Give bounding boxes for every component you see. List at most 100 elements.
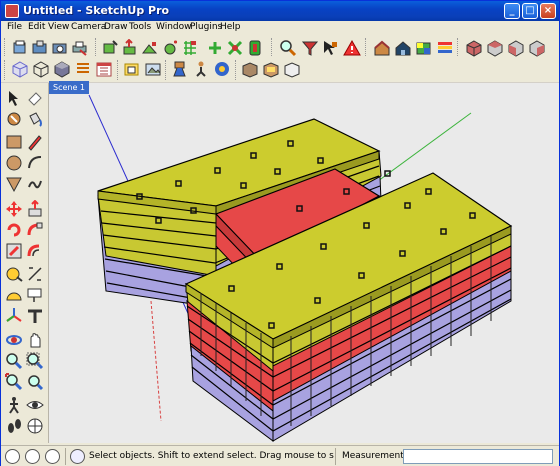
- 3d-text-icon[interactable]: [26, 307, 44, 325]
- paint-bucket-icon[interactable]: [26, 110, 44, 128]
- push-pull-icon[interactable]: [121, 39, 139, 57]
- rotate-icon[interactable]: [206, 39, 224, 57]
- arc-icon[interactable]: [26, 154, 44, 172]
- scale-tool-icon[interactable]: [5, 242, 23, 260]
- toolbar-grip[interactable]: [4, 60, 7, 80]
- menu-window[interactable]: Window: [156, 22, 192, 32]
- toolbar-grip[interactable]: [235, 60, 238, 80]
- walk-icon[interactable]: [171, 60, 189, 78]
- iso-view-icon[interactable]: [465, 39, 483, 57]
- position-camera-icon[interactable]: [192, 60, 210, 78]
- text-icon[interactable]: [26, 286, 44, 304]
- offset-icon[interactable]: [246, 39, 264, 57]
- pan-icon[interactable]: [26, 331, 44, 349]
- xray-icon[interactable]: [11, 60, 29, 78]
- status-divider: [65, 448, 66, 465]
- footprints-icon[interactable]: [5, 417, 23, 435]
- house-icon[interactable]: [373, 39, 391, 57]
- circle-icon[interactable]: [5, 154, 23, 172]
- zoom-icon[interactable]: [279, 39, 297, 57]
- walk-tool-icon[interactable]: [5, 396, 23, 414]
- scale-icon[interactable]: [226, 39, 244, 57]
- zoom-extents-icon[interactable]: [5, 373, 23, 391]
- rectangle-icon[interactable]: [5, 133, 23, 151]
- menu-file[interactable]: File: [7, 22, 22, 32]
- push-pull-tool-icon[interactable]: [26, 200, 44, 218]
- toolbar-grip[interactable]: [271, 38, 274, 58]
- new-file-icon[interactable]: [11, 39, 29, 57]
- zoom-tool-icon[interactable]: [5, 352, 23, 370]
- shaded-icon[interactable]: [53, 60, 71, 78]
- section-cut-icon[interactable]: [283, 60, 301, 78]
- camera-icon[interactable]: [51, 39, 69, 57]
- toolbar-grip[interactable]: [4, 38, 7, 58]
- menu-plugins[interactable]: Plugins: [190, 22, 222, 32]
- select-icon[interactable]: [5, 89, 23, 107]
- wireframe-icon[interactable]: [32, 60, 50, 78]
- pencil-icon[interactable]: [26, 133, 44, 151]
- measurements-input[interactable]: [403, 449, 553, 464]
- print-icon[interactable]: [71, 39, 89, 57]
- maximize-button[interactable]: □: [522, 3, 538, 19]
- outliner-icon[interactable]: [74, 60, 92, 78]
- geolocation-icon[interactable]: [5, 449, 20, 464]
- move-icon[interactable]: [161, 39, 179, 57]
- look-around-icon[interactable]: [213, 60, 231, 78]
- section-display-icon[interactable]: [262, 60, 280, 78]
- select-3d-icon[interactable]: [321, 39, 339, 57]
- user-icon[interactable]: [45, 449, 60, 464]
- filter-icon[interactable]: [301, 39, 319, 57]
- toolbar-grip[interactable]: [165, 60, 168, 80]
- freehand-icon[interactable]: [26, 175, 44, 193]
- menu-tools[interactable]: Tools: [129, 22, 151, 32]
- materials-icon[interactable]: [415, 39, 433, 57]
- move-tool-icon[interactable]: [5, 200, 23, 218]
- menu-view[interactable]: View: [48, 22, 69, 32]
- menu-edit[interactable]: Edit: [28, 22, 45, 32]
- warning-icon[interactable]: [343, 39, 361, 57]
- make-component-icon[interactable]: [101, 39, 119, 57]
- previous-view-icon[interactable]: [26, 373, 44, 391]
- offset-tool-icon[interactable]: [26, 242, 44, 260]
- scene-tab[interactable]: Scene 1: [49, 81, 90, 94]
- look-around-tool-icon[interactable]: [26, 396, 44, 414]
- folder-icon[interactable]: [123, 60, 141, 78]
- top-view-icon[interactable]: [486, 39, 504, 57]
- front-view-icon[interactable]: [507, 39, 525, 57]
- right-view-icon[interactable]: [528, 39, 546, 57]
- axes-icon[interactable]: [5, 307, 23, 325]
- protractor-icon[interactable]: [5, 286, 23, 304]
- photo-icon[interactable]: [144, 60, 162, 78]
- model-canvas[interactable]: [49, 83, 559, 443]
- tape-measure-icon[interactable]: [5, 265, 23, 283]
- model-viewport[interactable]: [49, 83, 559, 443]
- follow-me-tool-icon[interactable]: [26, 221, 44, 239]
- orbit-icon[interactable]: [5, 331, 23, 349]
- section-plane-icon[interactable]: [241, 60, 259, 78]
- title-bar[interactable]: Untitled - SketchUp Pro _ □ ×: [1, 1, 559, 21]
- dimension-icon[interactable]: [26, 265, 44, 283]
- toolbar-grip[interactable]: [365, 38, 368, 58]
- toolbar-grip[interactable]: [95, 38, 98, 58]
- warehouse-icon[interactable]: [394, 39, 412, 57]
- position-camera-tool-icon[interactable]: [26, 417, 44, 435]
- make-component-tool-icon[interactable]: [5, 110, 23, 128]
- minimize-button[interactable]: _: [504, 3, 520, 19]
- toolbar-grip[interactable]: [117, 60, 120, 80]
- menu-camera[interactable]: Camera: [71, 22, 106, 32]
- rotate-tool-icon[interactable]: [5, 221, 23, 239]
- menu-help[interactable]: Help: [220, 22, 241, 32]
- layers-icon[interactable]: [436, 39, 454, 57]
- menu-draw[interactable]: Draw: [104, 22, 128, 32]
- help-icon[interactable]: [70, 449, 85, 464]
- follow-me-icon[interactable]: [141, 39, 159, 57]
- grid-icon[interactable]: [181, 39, 199, 57]
- eraser-icon[interactable]: [26, 89, 44, 107]
- close-button[interactable]: ×: [540, 3, 556, 19]
- calendar-icon[interactable]: [95, 60, 113, 78]
- open-file-icon[interactable]: [31, 39, 49, 57]
- zoom-window-icon[interactable]: [26, 352, 44, 370]
- polygon-icon[interactable]: [5, 175, 23, 193]
- credits-icon[interactable]: [25, 449, 40, 464]
- toolbar-grip[interactable]: [457, 38, 460, 58]
